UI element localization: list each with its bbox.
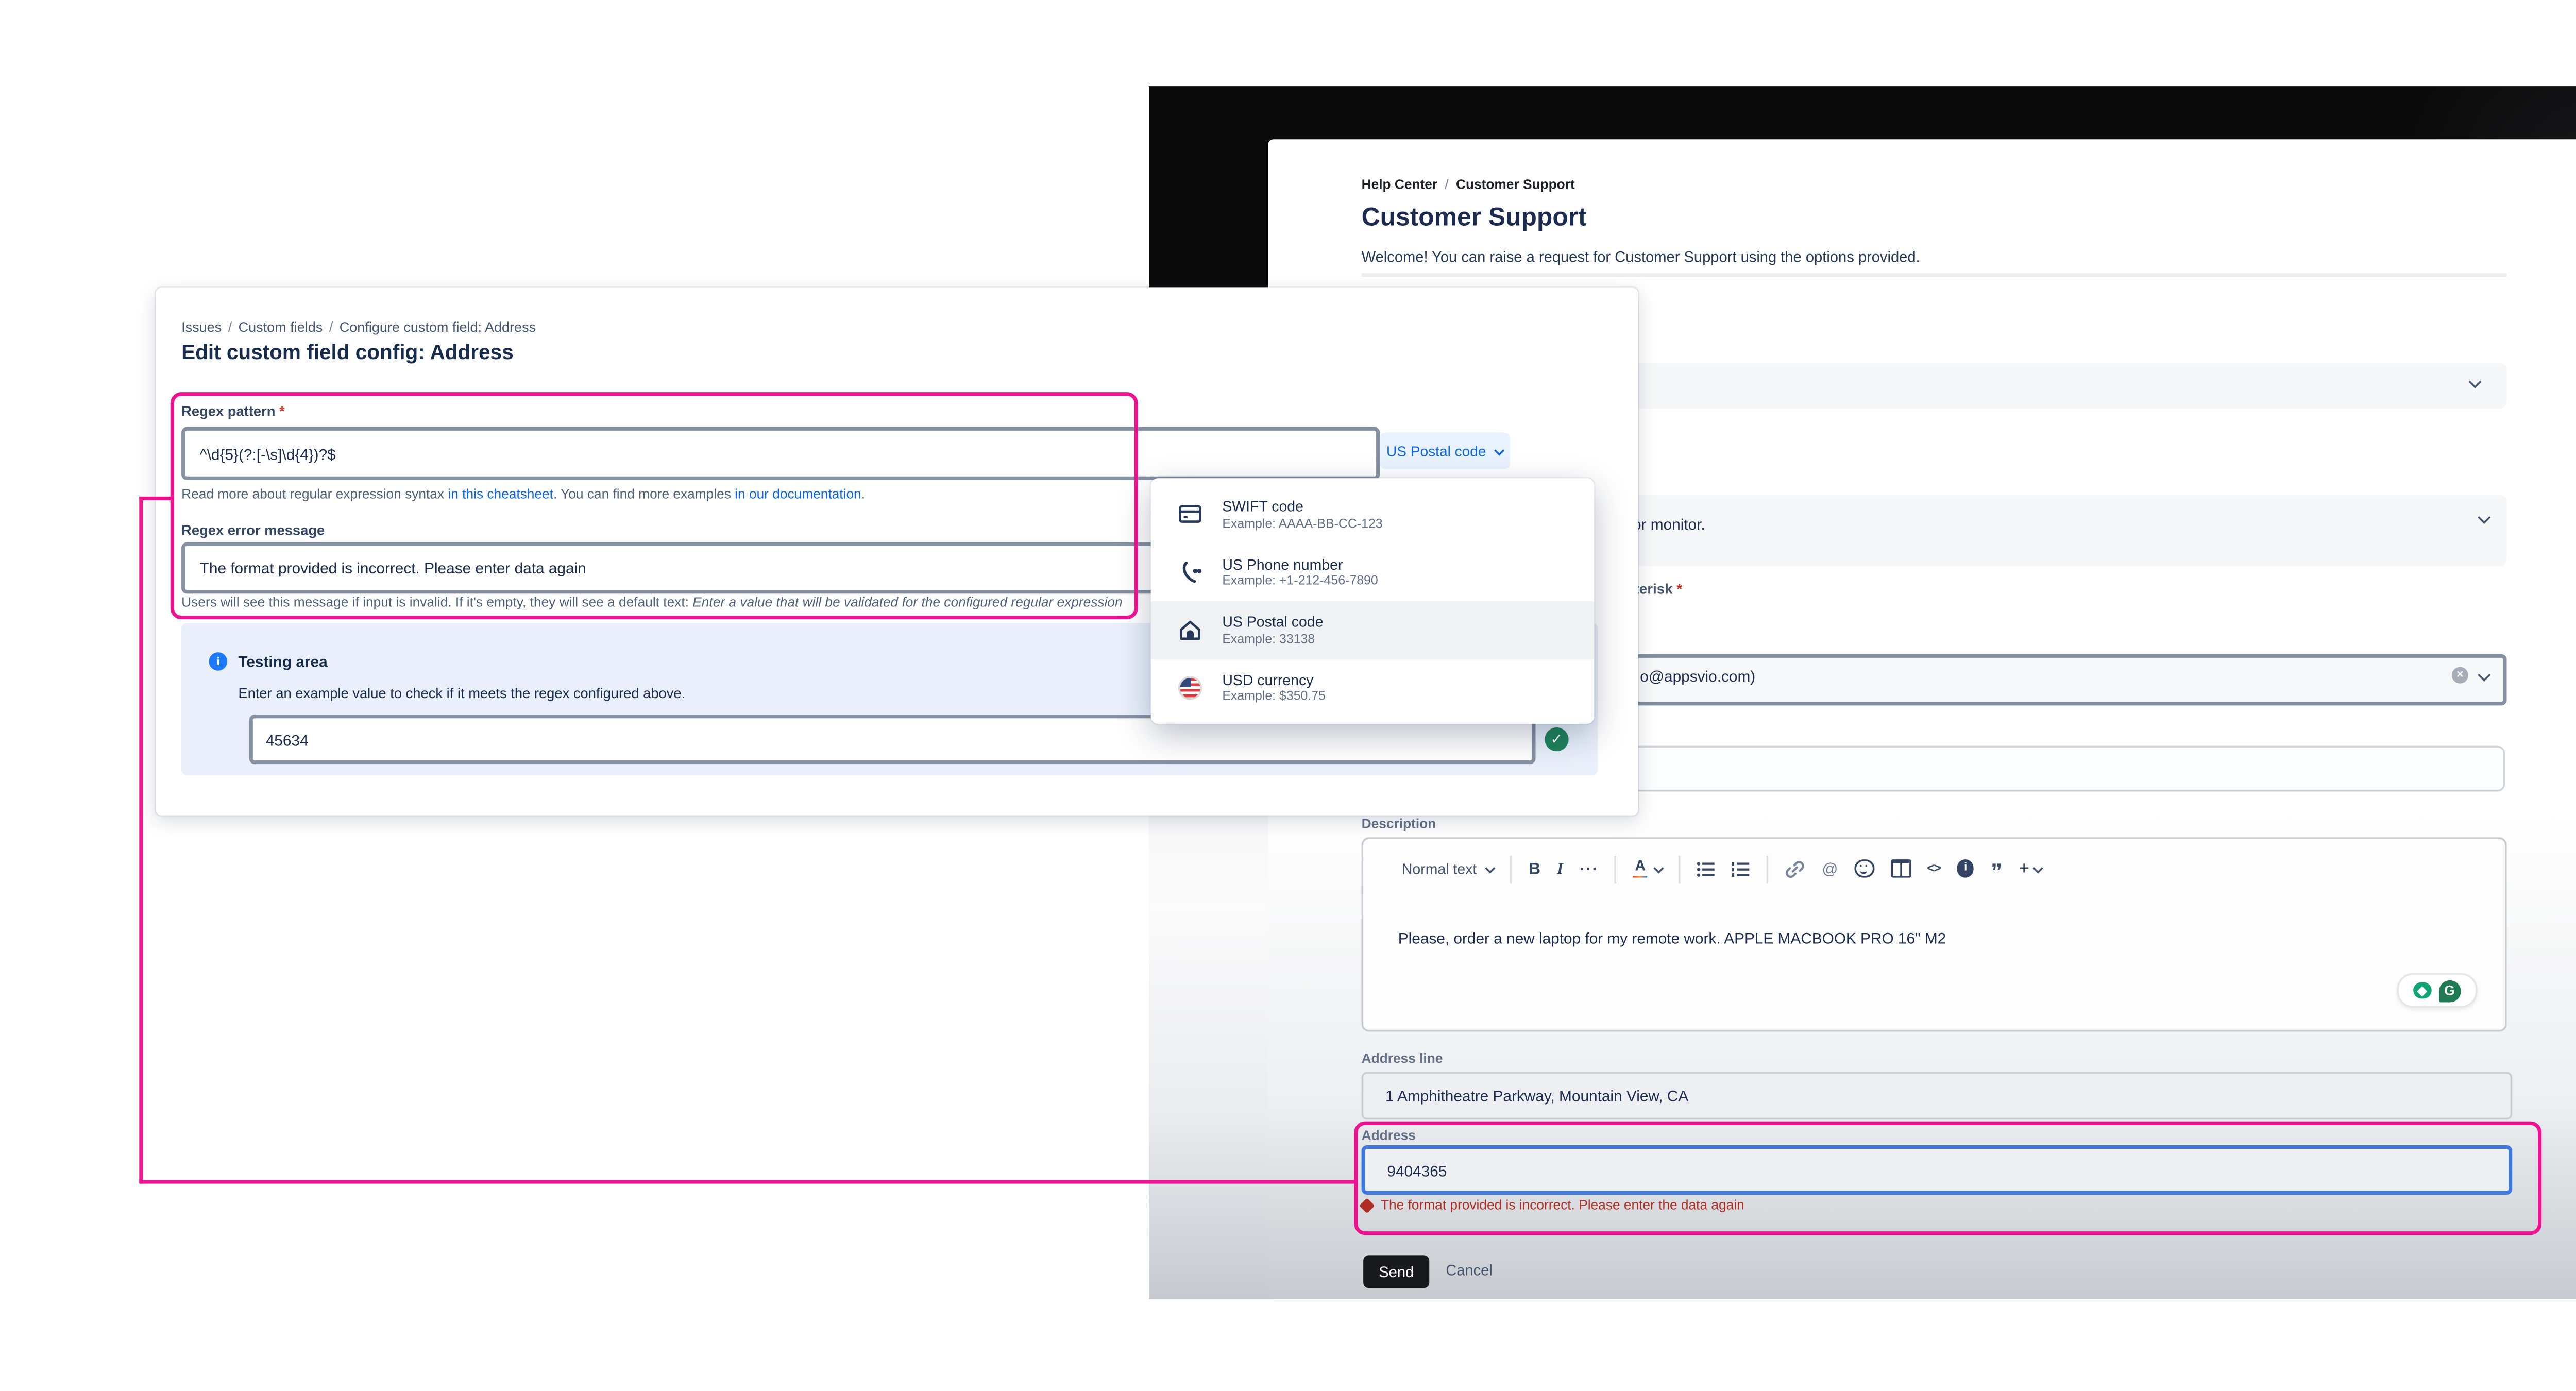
highlight-rect-address <box>1354 1121 2542 1235</box>
table-icon[interactable] <box>1890 859 1911 878</box>
address-line-field[interactable]: 1 Amphitheatre Parkway, Mountain View, C… <box>1361 1072 2513 1120</box>
cancel-button[interactable]: Cancel <box>1446 1263 1493 1279</box>
preset-dropdown-button[interactable]: US Postal code <box>1380 432 1510 469</box>
highlight-rect-regex <box>170 392 1138 620</box>
menu-item-example: Example: 33138 <box>1222 633 1315 646</box>
chevron-down-icon <box>2467 375 2482 389</box>
menu-item-title: US Postal code <box>1222 614 1324 631</box>
connector-line <box>139 1180 1358 1184</box>
suggestion-bulb-icon <box>2414 981 2431 999</box>
numbered-list-icon[interactable] <box>1732 860 1751 877</box>
request-detail-value: or monitor. <box>1633 515 1705 533</box>
house-icon <box>1176 619 1204 641</box>
quote-icon[interactable]: ” <box>1991 861 2002 884</box>
chevron-down-icon <box>1494 445 1505 456</box>
send-button[interactable]: Send <box>1363 1255 1430 1288</box>
rich-text-editor[interactable]: Normal text B I ··· A @ <> i ” + Please,… <box>1361 837 2507 1032</box>
breadcrumb-help-center[interactable]: Help Center <box>1362 176 1438 192</box>
more-formatting-icon[interactable]: ··· <box>1580 859 1599 878</box>
chevron-down-icon <box>2476 511 2490 525</box>
link-icon[interactable] <box>1785 858 1805 878</box>
divider <box>1361 273 2507 276</box>
menu-item-example: Example: AAAA-BB-CC-123 <box>1222 517 1383 531</box>
testing-value: 45634 <box>265 730 309 749</box>
menu-item-title: US Phone number <box>1222 556 1343 573</box>
menu-item-swift-code[interactable]: SWIFT code Example: AAAA-BB-CC-123 <box>1151 486 1595 544</box>
page-title: Edit custom field config: Address <box>181 343 514 365</box>
bullet-list-icon[interactable] <box>1697 860 1716 877</box>
info-panel-icon[interactable]: i <box>1957 860 1974 877</box>
chevron-down-icon <box>1484 862 1496 874</box>
breadcrumb: Issues / Custom fields / Configure custom fi… <box>181 318 536 335</box>
address-line-label: Address line <box>1361 1049 1443 1066</box>
menu-item-us-phone[interactable]: US Phone number Example: +1-212-456-7890 <box>1151 544 1595 601</box>
page-title: Customer Support <box>1361 201 1587 231</box>
description-content[interactable]: Please, order a new laptop for my remote… <box>1398 929 1946 947</box>
breadcrumb-customer-support[interactable]: Customer Support <box>1456 176 1575 192</box>
editor-toolbar: Normal text B I ··· A @ <> i ” + <box>1363 839 2505 898</box>
menu-item-us-postal-code[interactable]: US Postal code Example: 33138 <box>1150 601 1595 659</box>
user-picker-value: o@appsvio.com) <box>1640 667 1756 686</box>
chevron-down-icon <box>1653 862 1665 874</box>
testing-area-description: Enter an example value to check if it me… <box>238 685 686 702</box>
chevron-down-icon <box>2033 862 2045 874</box>
testing-area-title: Testing area <box>238 652 328 671</box>
mention-icon[interactable]: @ <box>1822 859 1838 878</box>
info-icon: i <box>209 652 228 671</box>
breadcrumb-configure-field[interactable]: Configure custom field: Address <box>340 319 536 335</box>
us-flag-icon <box>1176 675 1204 700</box>
menu-item-example: Example: $350.75 <box>1222 690 1326 704</box>
field-label-fragment: terisk * <box>1634 581 1683 598</box>
breadcrumb-issues[interactable]: Issues <box>181 319 222 335</box>
breadcrumb: Help Center / Customer Support <box>1361 176 1575 193</box>
description-label: Description <box>1361 815 1436 832</box>
emoji-icon[interactable] <box>1854 859 1874 878</box>
phone-icon <box>1176 560 1204 584</box>
menu-item-example: Example: +1-212-456-7890 <box>1222 575 1378 588</box>
connector-line <box>139 496 144 1184</box>
stage: Help Center / Customer Support Customer Su… <box>0 0 2576 1391</box>
grammarly-widget[interactable]: G <box>2397 973 2478 1008</box>
menu-item-usd-currency[interactable]: USD currency Example: $350.75 <box>1151 659 1595 717</box>
valid-check-icon: ✓ <box>1545 727 1569 752</box>
menu-item-title: USD currency <box>1222 671 1314 688</box>
text-style-dropdown[interactable]: Normal text <box>1402 860 1496 877</box>
code-icon[interactable]: <> <box>1927 862 1941 875</box>
welcome-text: Welcome! You can raise a request for Cus… <box>1361 249 1920 266</box>
breadcrumb-custom-fields[interactable]: Custom fields <box>239 319 323 335</box>
connector-line <box>139 496 174 501</box>
preset-menu: SWIFT code Example: AAAA-BB-CC-123 US Ph… <box>1150 478 1595 724</box>
credit-card-icon <box>1176 504 1204 524</box>
clear-icon[interactable]: × <box>2451 667 2468 684</box>
text-color-dropdown[interactable]: A <box>1633 858 1665 878</box>
bold-icon[interactable]: B <box>1529 859 1540 878</box>
menu-item-title: SWIFT code <box>1222 498 1303 515</box>
italic-icon[interactable]: I <box>1557 859 1563 878</box>
address-line-value: 1 Amphitheatre Parkway, Mountain View, C… <box>1385 1087 1689 1105</box>
insert-more-dropdown[interactable]: + <box>2019 858 2045 878</box>
grammarly-icon: G <box>2438 979 2461 1002</box>
